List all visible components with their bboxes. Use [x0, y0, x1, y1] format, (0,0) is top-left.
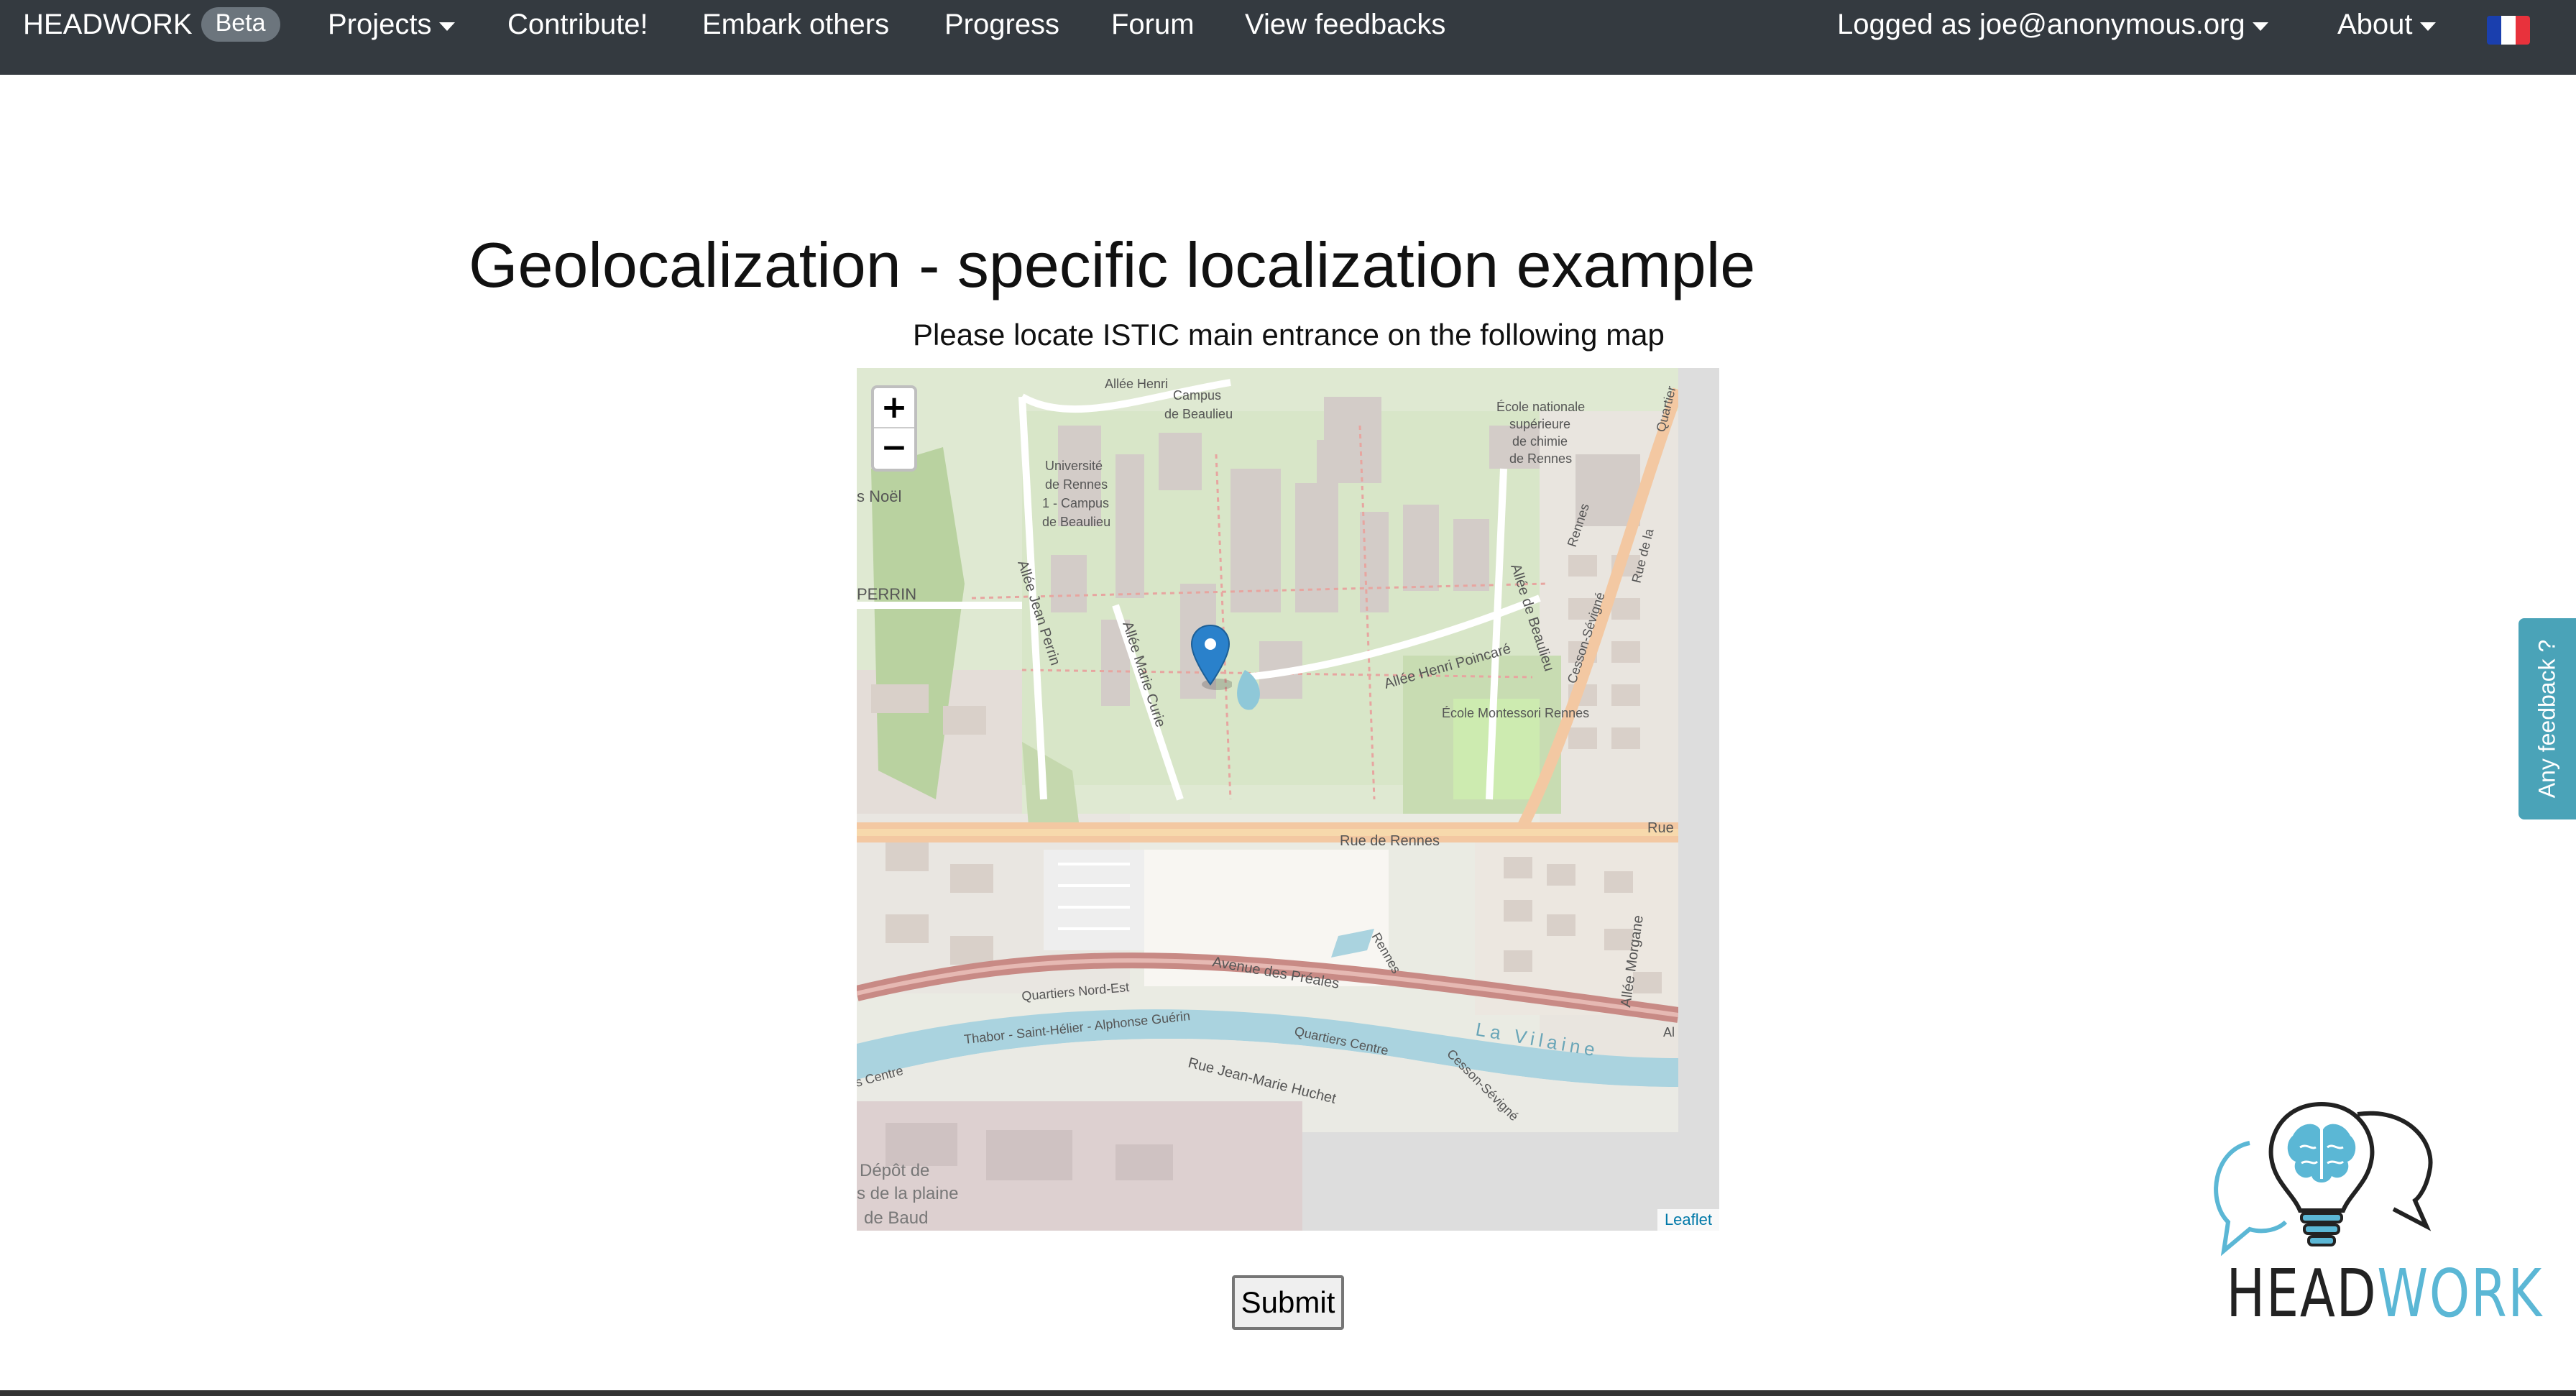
map-label: de Beaulieu — [1042, 515, 1110, 529]
map-label: de Rennes — [1045, 477, 1108, 492]
map-label: PERRIN — [857, 585, 916, 603]
feedback-tab[interactable]: Any feedback ? — [2518, 618, 2576, 819]
map-label: Université — [1045, 459, 1103, 473]
chevron-down-icon — [2252, 22, 2268, 31]
logo-wordmark: HEADWORK — [2226, 1255, 2542, 1332]
nav-view-feedbacks-label[interactable]: View feedbacks — [1245, 9, 1445, 41]
headwork-logo: HEADWORK — [2199, 1093, 2542, 1332]
user-menu-label[interactable]: Logged as joe@anonymous.org — [1837, 9, 2245, 41]
lightbulb-brain-icon — [2214, 1101, 2433, 1257]
logo-head: HEAD — [2226, 1255, 2378, 1332]
map-attribution[interactable]: Leaflet — [1657, 1209, 1719, 1231]
map-label: École Montessori Rennes — [1442, 706, 1589, 720]
task-instruction: Please locate ISTIC main entrance on the… — [913, 318, 1665, 352]
nav-about-label[interactable]: About — [2337, 9, 2413, 41]
submit-button[interactable]: Submit — [1232, 1275, 1344, 1330]
nav-forum[interactable]: Forum — [1111, 9, 1195, 41]
map-marker-icon[interactable] — [1189, 623, 1232, 694]
nav-forum-label[interactable]: Forum — [1111, 9, 1195, 41]
map-label: Rue de Rennes — [1340, 833, 1440, 849]
map-view[interactable]: Allée Henri Campus de Beaulieu École nat… — [857, 368, 1719, 1231]
chevron-down-icon — [2419, 22, 2436, 31]
nav-progress-label[interactable]: Progress — [944, 9, 1059, 41]
nav-contribute[interactable]: Contribute! — [507, 9, 648, 41]
nav-progress[interactable]: Progress — [944, 9, 1059, 41]
nav-embark-others[interactable]: Embark others — [702, 9, 889, 41]
map-label: de Rennes — [1509, 451, 1572, 466]
nav-projects-label[interactable]: Projects — [328, 9, 432, 41]
zoom-out-button[interactable]: − — [874, 428, 914, 469]
top-navbar: HEADWORK Beta Projects Contribute! Embar… — [0, 0, 2576, 75]
beta-badge: Beta — [201, 7, 280, 42]
map-label: Dépôt de — [860, 1161, 929, 1180]
map-label: Allée Henri — [1105, 377, 1168, 391]
page-title: Geolocalization - specific localization … — [469, 229, 1756, 300]
map-label: Rue — [1647, 820, 1674, 836]
window-bottom-edge — [0, 1390, 2576, 1396]
brand-name[interactable]: HEADWORK — [23, 9, 193, 41]
feedback-tab-label[interactable]: Any feedback ? — [2534, 640, 2561, 799]
map-label: s Noël — [857, 487, 901, 505]
map-label: Al — [1663, 1025, 1675, 1039]
chevron-down-icon — [438, 22, 455, 31]
zoom-in-button[interactable]: + — [874, 388, 914, 428]
nav-view-feedbacks[interactable]: View feedbacks — [1245, 9, 1445, 41]
map-label: supérieure — [1509, 417, 1570, 431]
nav-projects[interactable]: Projects — [328, 9, 455, 41]
map-label: de Baud — [864, 1208, 928, 1228]
map-label: s de la plaine — [857, 1184, 958, 1203]
france-flag-icon[interactable] — [2487, 16, 2530, 45]
map-label: Campus — [1173, 388, 1221, 403]
brand[interactable]: HEADWORK Beta — [23, 7, 280, 42]
map-label: 1 - Campus — [1042, 496, 1109, 510]
map-label: École nationale — [1496, 400, 1585, 414]
user-menu[interactable]: Logged as joe@anonymous.org — [1837, 9, 2268, 41]
map-label: de Beaulieu — [1164, 407, 1233, 421]
zoom-control: + − — [871, 385, 917, 472]
logo-work: WORK — [2377, 1255, 2543, 1332]
nav-contribute-label[interactable]: Contribute! — [507, 9, 648, 41]
nav-about[interactable]: About — [2337, 9, 2436, 41]
map-tiles[interactable]: Allée Henri Campus de Beaulieu École nat… — [857, 368, 1719, 1231]
map-label: de chimie — [1512, 434, 1568, 449]
nav-embark-others-label[interactable]: Embark others — [702, 9, 889, 41]
